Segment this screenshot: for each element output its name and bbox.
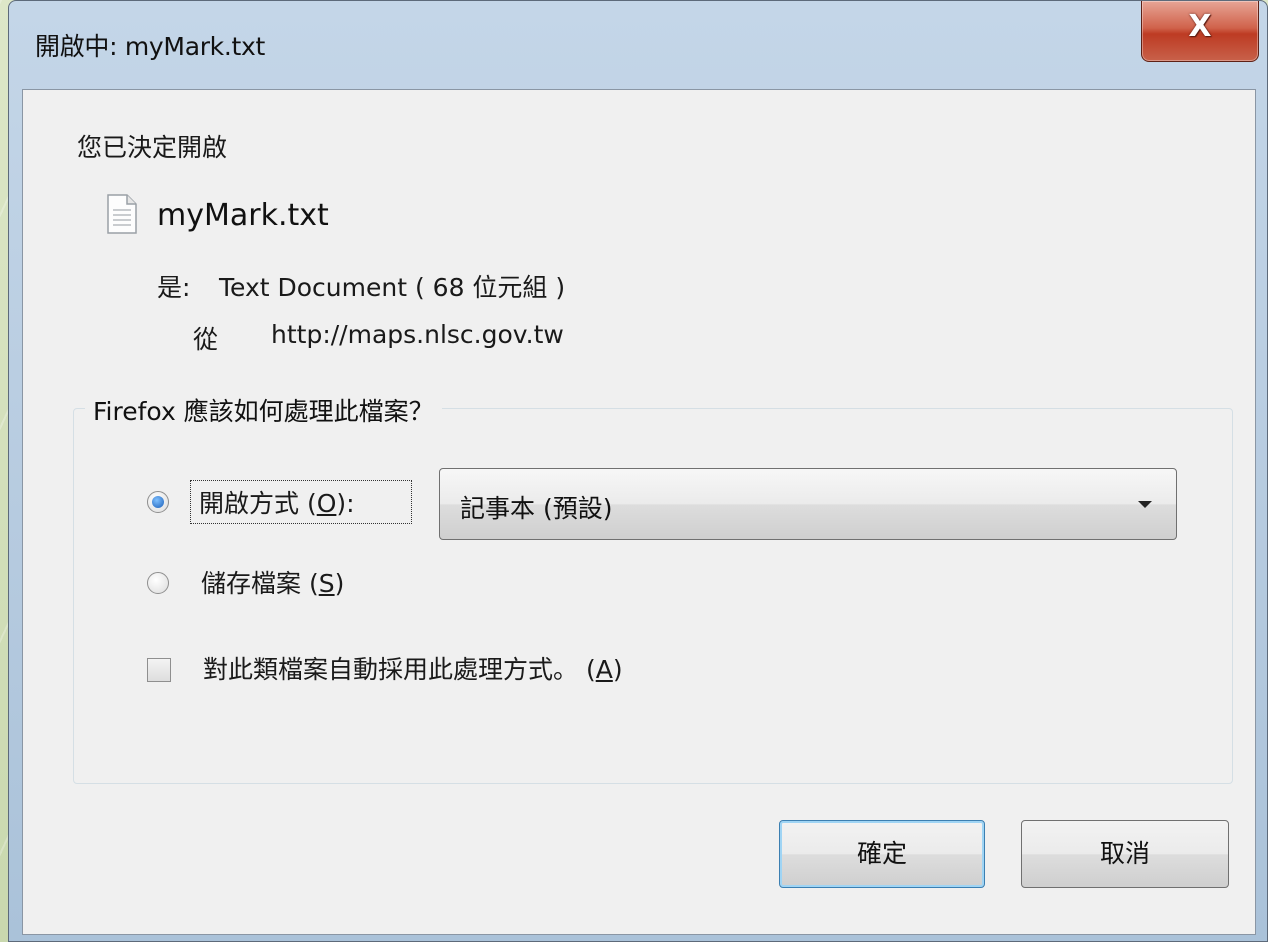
title-bar[interactable]: 開啟中: myMark.txt	[9, 1, 1267, 89]
file-type-label: 是:	[157, 273, 191, 302]
open-with-label[interactable]: 開啟方式 (O):	[199, 484, 355, 520]
selected-application: 記事本 (預設)	[460, 494, 613, 523]
source-url: http://maps.nlsc.gov.tw	[271, 320, 564, 349]
file-name: myMark.txt	[157, 198, 329, 233]
close-button[interactable]: X	[1141, 1, 1259, 62]
application-select[interactable]: 記事本 (預設)	[439, 468, 1177, 540]
ok-button[interactable]: 確定	[779, 820, 985, 888]
chevron-down-icon	[1138, 501, 1152, 508]
open-with-radio[interactable]	[147, 491, 169, 513]
auto-apply-label[interactable]: 對此類檔案自動採用此處理方式。 (A)	[203, 650, 623, 686]
file-type-value: Text Document ( 68 位元組 )	[219, 273, 566, 302]
save-file-radio[interactable]	[147, 572, 169, 594]
decided-to-open-text: 您已決定開啟	[77, 133, 228, 162]
close-icon: X	[1188, 9, 1212, 44]
dialog-body: 您已決定開啟 myMark.txt 是: Text Document ( 68 …	[22, 89, 1256, 935]
save-file-label[interactable]: 儲存檔案 (S)	[201, 564, 344, 600]
auto-apply-checkbox[interactable]	[147, 658, 171, 682]
window-title: 開啟中: myMark.txt	[35, 32, 266, 61]
text-file-icon	[107, 194, 137, 234]
source-label: 從	[193, 325, 219, 354]
action-group-legend: Firefox 應該如何處理此檔案？	[85, 392, 442, 428]
cancel-button[interactable]: 取消	[1021, 820, 1229, 888]
open-file-dialog: 開啟中: myMark.txt X 您已決定開啟 myMark.txt 是: T…	[8, 0, 1268, 942]
